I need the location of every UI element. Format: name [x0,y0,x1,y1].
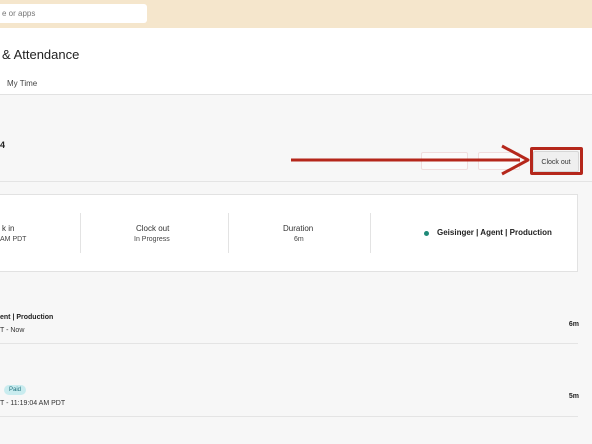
duration-label: Duration [283,224,314,233]
clock-out-label: Clock out [136,224,170,233]
clock-out-value: In Progress [134,236,170,243]
week-label: 4 [0,140,6,150]
entry-duration: 6m [568,321,579,328]
project-label: Geisinger | Agent | Production [437,228,552,237]
duration-value: 6m [294,236,304,243]
toolbar-button-faded[interactable] [421,152,468,170]
section-divider [0,181,592,182]
top-bar: e or apps [0,0,592,28]
entry-time: T - Now [0,327,25,334]
entry-title: ent | Production [0,314,54,321]
clock-in-label: k in [2,224,15,233]
clock-in-value: AM PDT [0,236,27,243]
page-title: & Attendance [2,47,80,62]
entry-duration: 5m [568,393,579,400]
entry-time: T - 11:19:04 AM PDT [0,400,66,407]
page-header: & Attendance My Time [0,28,592,95]
search-input[interactable]: e or apps [0,4,147,23]
tab-my-time[interactable]: My Time [7,79,37,88]
card-separator [80,213,81,253]
card-separator [370,213,371,253]
card-separator [228,213,229,253]
paid-badge: Paid [4,385,27,395]
entry-divider [0,343,578,344]
current-shift-card: k in AM PDT Clock out In Progress Durati… [0,194,578,272]
entry-divider [0,416,578,417]
toolbar-button-faded-2[interactable] [478,152,520,170]
annotation-highlight-box [530,147,583,175]
status-dot [424,231,429,236]
